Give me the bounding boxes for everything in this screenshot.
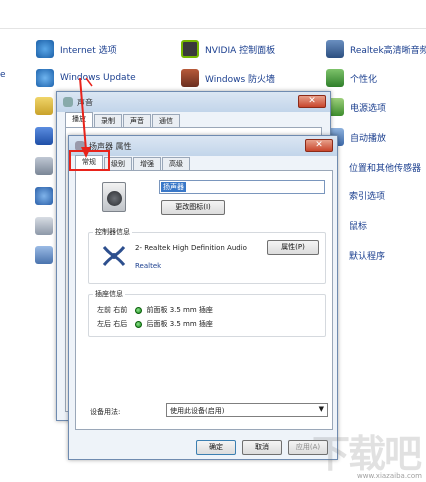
watermark-logo: 下载吧 — [311, 432, 422, 476]
watermark-url: www.xiazaiba.com — [357, 472, 422, 480]
annotation-arrow — [79, 77, 93, 158]
general-tab-highlight — [69, 150, 110, 171]
